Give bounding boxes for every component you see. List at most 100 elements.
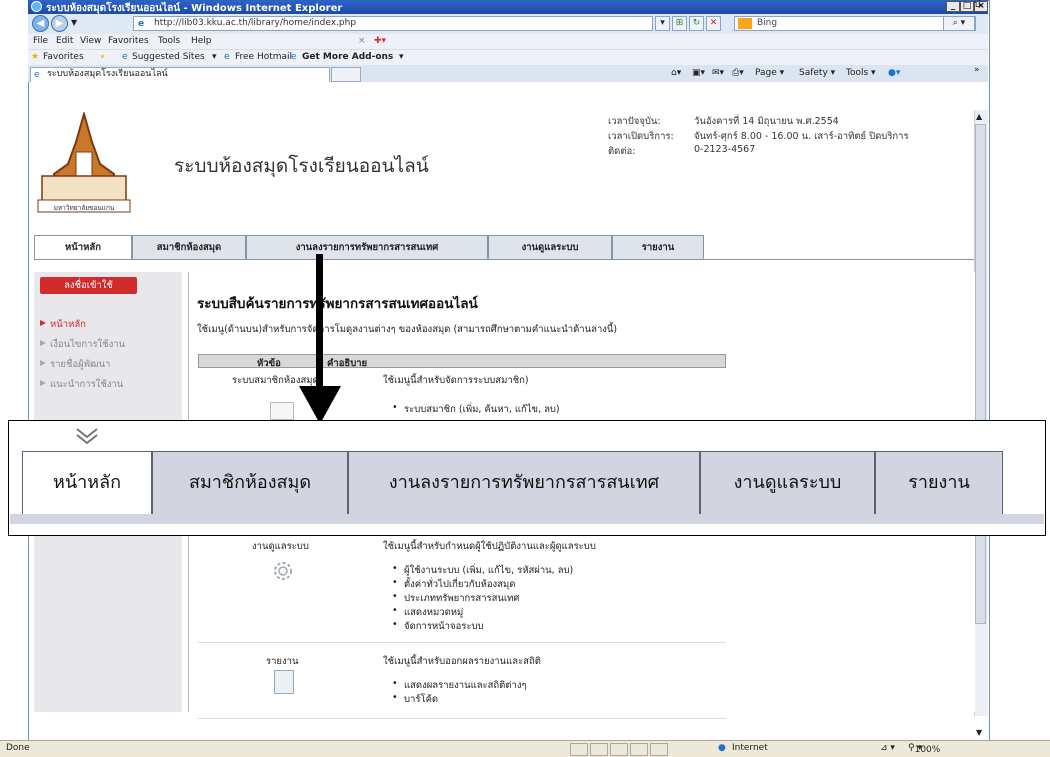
zoom-tab-home[interactable]: หน้าหลัก [22,451,152,515]
bing-icon [738,18,752,29]
more-chevron-icon[interactable]: » [974,65,980,75]
mail-icon[interactable]: ✉▾ [712,68,724,78]
info-label-time: เวลาปัจจุบัน: [608,116,661,127]
menu-edit[interactable]: Edit [56,36,73,46]
sidebar-item-developers[interactable]: รายชื่อผู้พัฒนา [50,357,110,372]
zoom-value: 100% [914,745,941,755]
compat-view-icon[interactable]: ⊞ [672,16,687,31]
suggested-dropdown-icon[interactable]: ▾ [212,52,217,62]
browser-tab[interactable]: e ระบบห้องสมุดโรงเรียนออนไลน์ [30,67,330,82]
row-admin-bullet: แสดงหมวดหมู่ [392,605,463,620]
refresh-icon[interactable]: ↻ [689,16,704,31]
search-button-icon[interactable]: ⌕ ▾ [943,16,975,31]
page-menu[interactable]: Page ▾ [755,68,784,78]
globe-icon: ● [718,743,726,753]
menu-favorites[interactable]: Favorites [108,36,149,46]
protected-mode-icon[interactable]: ⊿ ▾ [880,743,895,753]
info-label-hours: เวลาเปิดบริการ: [608,131,674,142]
print-icon[interactable]: ⎙▾ [732,68,744,78]
tab-cataloging[interactable]: งานลงรายการทรัพยากรสารสนเทศ [246,235,488,260]
tab-admin[interactable]: งานดูแลระบบ [488,235,612,260]
suggested-sites-link[interactable]: Suggested Sites [132,52,205,62]
content-heading: ระบบสืบค้นรายการทรัพยากรสารสนเทศออนไลน์ [197,296,478,312]
status-pane [610,743,628,756]
info-value-hours: จันทร์-ศุกร์ 8.00 - 16.00 น. เสาร์-อาทิต… [694,131,909,142]
zoom-tab-admin[interactable]: งานดูแลระบบ [700,451,875,515]
col-desc: คำอธิบาย [327,358,368,369]
safety-menu[interactable]: Safety ▾ [799,68,835,78]
status-pane [570,743,588,756]
menu-help[interactable]: Help [191,36,212,46]
addons-dropdown-icon[interactable]: ▾ [399,52,404,62]
zoom-tab-cataloging[interactable]: งานลงรายการทรัพยากรสารสนเทศ [348,451,700,515]
tools-menu-label: Tools [846,68,869,78]
addons-link[interactable]: Get More Add-ons [302,52,393,62]
tab-members[interactable]: สมาชิกห้องสมุด [132,235,246,260]
table-header: หัวข้อ คำอธิบาย [198,354,726,369]
help-icon[interactable]: ●▾ [888,68,900,78]
menu-view[interactable]: View [80,36,101,46]
tools-menu[interactable]: Tools ▾ [846,68,876,78]
row-admin-bullet: ประเภททรัพยากรสารสนเทศ [392,591,520,606]
row-admin-bullet: ตั้งค่าทั่วไปเกี่ยวกับห้องสมุด [392,577,515,592]
zoom-level[interactable]: ⚲ 100% ▾ [908,743,940,755]
info-value-time: วันอังคารที่ 14 มิถุนายน พ.ศ.2554 [694,116,839,127]
search-field[interactable]: Bing [734,16,976,31]
minimize-button[interactable]: _ [946,1,960,12]
row-admin-bullet: ผู้ใช้งานระบบ (เพิ่ม, แก้ไข, รหัสผ่าน, ล… [392,563,573,578]
zoom-tab-members[interactable]: สมาชิกห้องสมุด [152,451,348,515]
address-dropdown-icon[interactable]: ▾ [655,16,670,31]
page-menu-label: Page [755,68,777,78]
row-admin-topic: งานดูแลระบบ [252,541,309,552]
new-tab-button[interactable] [331,67,361,82]
tab-row: e ระบบห้องสมุดโรงเรียนออนไลน์ ⌂▾ ▣▾ ✉▾ ⎙… [28,65,988,82]
addons-icon: e [291,52,297,62]
toolbar-extra-icon[interactable]: ✚▾ [374,36,386,46]
home-icon[interactable]: ⌂▾ [671,68,681,78]
university-logo: มหาวิทยาลัยขอนแก่น [37,112,131,213]
sidebar-item-terms[interactable]: เงื่อนไขการใช้งาน [50,337,125,352]
back-icon[interactable]: ◀ [32,15,49,32]
row-report-topic: รายงาน [266,656,299,667]
address-field[interactable]: e http://lib03.kku.ac.th/library/home/in… [133,16,653,31]
ie-logo-icon [31,1,42,12]
page-icon: e [138,19,145,29]
forward-icon[interactable]: ▶ [51,15,68,32]
safety-menu-label: Safety [799,68,828,78]
add-favorite-icon[interactable]: ⭑ [100,52,105,62]
scrollbar-thumb[interactable] [975,124,986,624]
toolbar-close-icon[interactable]: × [358,36,366,46]
info-label-contact: ติดต่อ: [608,146,636,157]
sidebar-item-home[interactable]: หน้าหลัก [50,317,86,332]
favorites-button[interactable]: Favorites [43,52,84,62]
row-members-desc: ใช้เมนูนี้สำหรับจัดการระบบสมาชิก) [383,375,529,386]
menu-bar: File Edit View Favorites Tools Help × ✚▾ [28,34,988,49]
member-card-icon [270,402,294,420]
menu-file[interactable]: File [33,36,48,46]
double-chevron-icon [76,428,98,445]
content-description: ใช้เมนู(ด้านบน)สำหรับการจัดการโมดูลงานต่… [197,324,618,335]
feeds-icon[interactable]: ▣▾ [692,68,705,78]
history-dropdown-icon[interactable]: ▼ [71,18,77,27]
status-text: Done [6,743,30,753]
stop-icon[interactable]: ✕ [706,16,721,31]
corner-mark: ป [974,0,981,10]
tab-reports[interactable]: รายงาน [612,235,704,260]
status-pane [590,743,608,756]
scroll-up-icon[interactable]: ▲ [976,112,982,121]
sidebar-item-guide[interactable]: แนะนำการใช้งาน [50,377,123,392]
pointer-arrow-head-icon [299,386,341,424]
site-title: ระบบห้องสมุดโรงเรียนออนไลน์ [174,155,429,177]
row-admin-desc: ใช้เมนูนี้สำหรับกำหนดผู้ใช้ปฏิบัติงานและ… [383,541,596,552]
zoom-tab-reports[interactable]: รายงาน [875,451,1003,515]
pointer-arrow-shaft [316,254,323,389]
hotmail-link[interactable]: Free Hotmail [235,52,292,62]
login-button[interactable]: ลงชื่อเข้าใช้ [40,277,137,294]
tab-home[interactable]: หน้าหลัก [34,235,132,260]
maximize-button[interactable]: □ [960,1,974,12]
status-pane [630,743,648,756]
col-topic: หัวข้อ [257,358,281,369]
menu-tools[interactable]: Tools [158,36,180,46]
scroll-down-icon[interactable]: ▼ [976,728,982,737]
search-placeholder: Bing [757,18,778,28]
